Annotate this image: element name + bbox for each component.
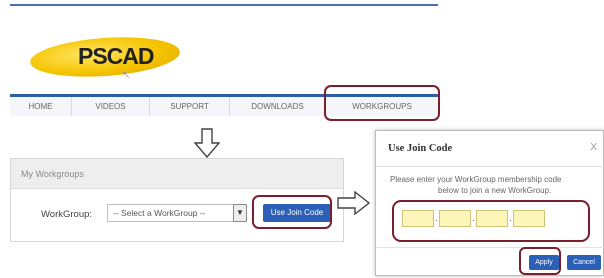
dialog-title: Use Join Code xyxy=(388,143,453,154)
workgroup-label: WorkGroup: xyxy=(41,209,93,220)
apply-highlight xyxy=(519,247,561,275)
pscad-logo[interactable]: PSCAD ↖ xyxy=(28,32,185,82)
close-icon[interactable]: X xyxy=(590,142,597,153)
cursor-icon: ↖ xyxy=(122,70,131,81)
nav-videos[interactable]: VIDEOS xyxy=(72,97,150,116)
cancel-button[interactable]: Cancel xyxy=(567,255,601,270)
dialog-footer-divider xyxy=(376,247,604,248)
chevron-down-icon[interactable]: ▼ xyxy=(233,204,247,222)
dialog-message-line1: Please enter your WorkGroup membership c… xyxy=(390,175,562,184)
workgroups-highlight xyxy=(324,85,440,121)
panel-title: My Workgroups xyxy=(11,159,343,189)
join-code-highlight xyxy=(252,195,332,229)
nav-support[interactable]: SUPPORT xyxy=(150,97,230,116)
logo-text: PSCAD xyxy=(78,43,155,69)
dialog-message: Please enter your WorkGroup membership c… xyxy=(390,174,604,196)
right-arrow-icon xyxy=(337,191,371,215)
nav-home[interactable]: HOME xyxy=(10,97,72,116)
dialog-message-line2: below to join a new WorkGroup. xyxy=(438,186,552,195)
nav-downloads[interactable]: DOWNLOADS xyxy=(230,97,326,116)
down-arrow-icon xyxy=(194,128,220,158)
workgroup-select[interactable]: -- Select a WorkGroup -- xyxy=(107,204,241,222)
header-top-line xyxy=(10,4,438,6)
code-fields-highlight xyxy=(392,200,590,242)
dialog-divider xyxy=(376,166,604,167)
